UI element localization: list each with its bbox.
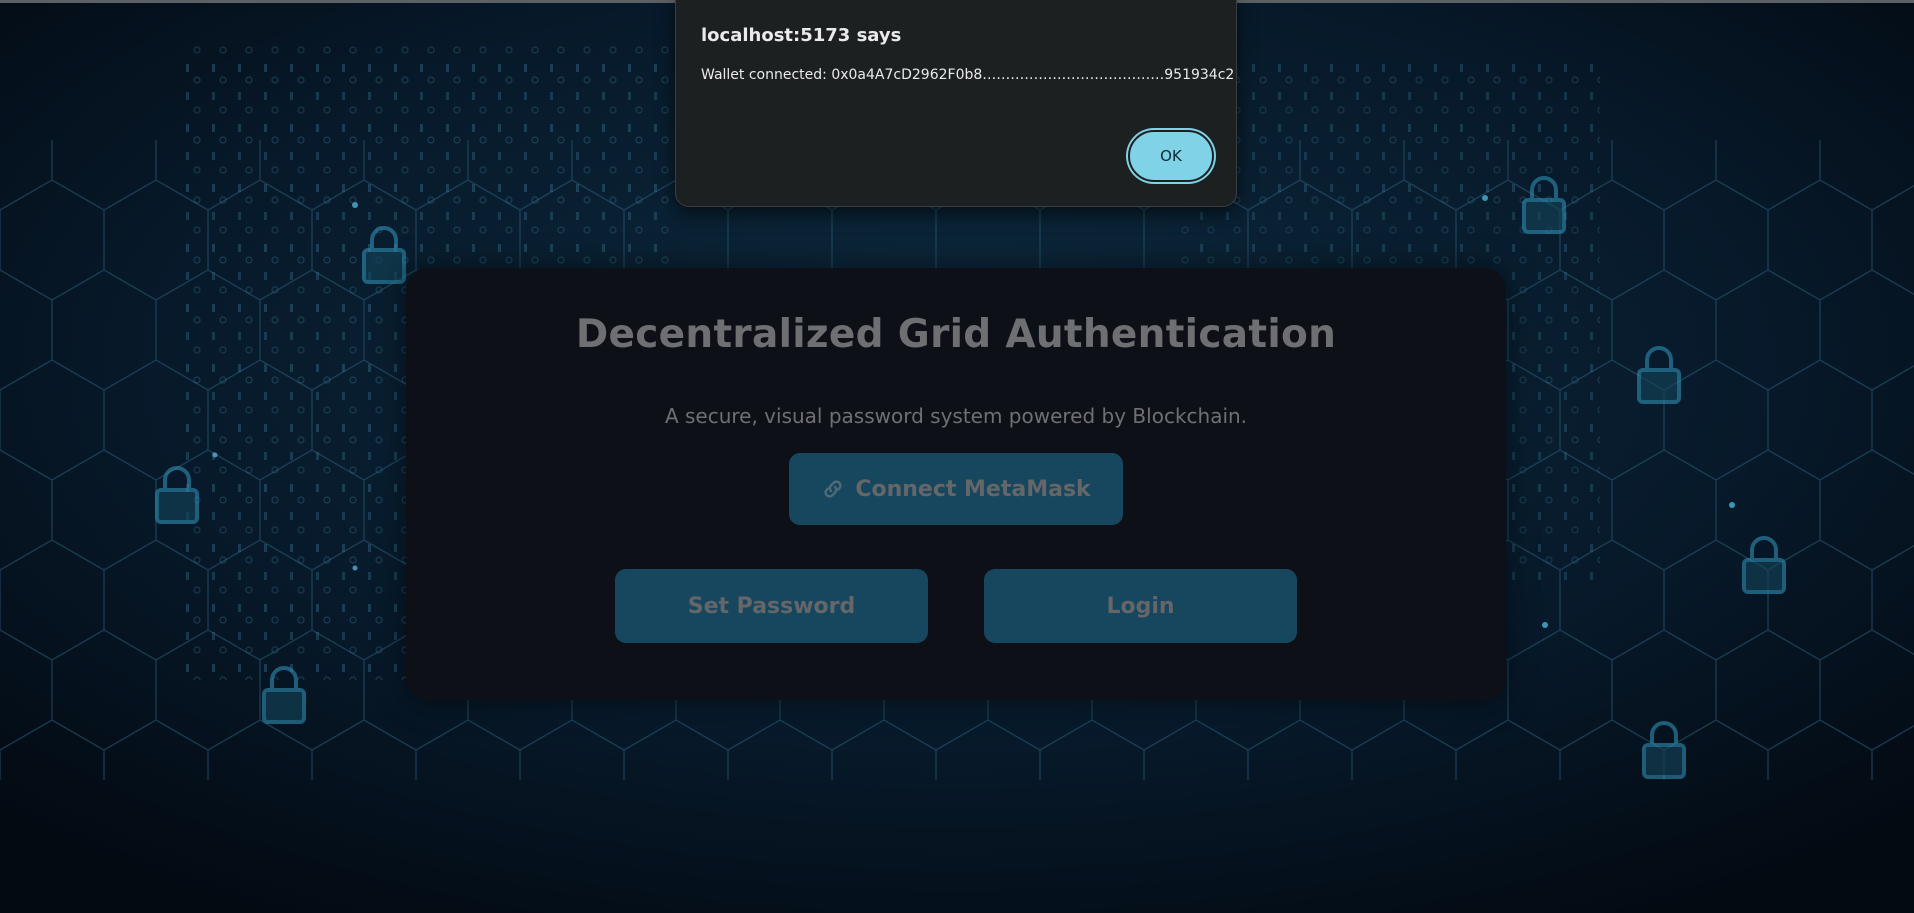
connect-metamask-label: Connect MetaMask <box>855 476 1091 502</box>
connect-metamask-button[interactable]: Connect MetaMask <box>789 453 1123 525</box>
page-title: Decentralized Grid Authentication <box>575 312 1337 357</box>
alert-title: localhost:5173 says <box>701 25 902 46</box>
page-subtitle: A secure, visual password system powered… <box>664 404 1248 428</box>
alert-message: Wallet connected: 0x0a4A7cD2962F0b8……………… <box>701 67 1235 83</box>
login-button[interactable]: Login <box>984 569 1297 643</box>
set-password-label: Set Password <box>687 593 856 619</box>
alert-ok-button[interactable]: OK <box>1128 130 1214 182</box>
set-password-button[interactable]: Set Password <box>615 569 928 643</box>
auth-card: Decentralized Grid Authentication A secu… <box>406 268 1506 700</box>
login-label: Login <box>1106 593 1175 619</box>
page-root: Decentralized Grid Authentication A secu… <box>0 0 1914 913</box>
link-icon <box>824 480 842 498</box>
browser-alert-dialog: localhost:5173 says Wallet connected: 0x… <box>675 0 1237 207</box>
